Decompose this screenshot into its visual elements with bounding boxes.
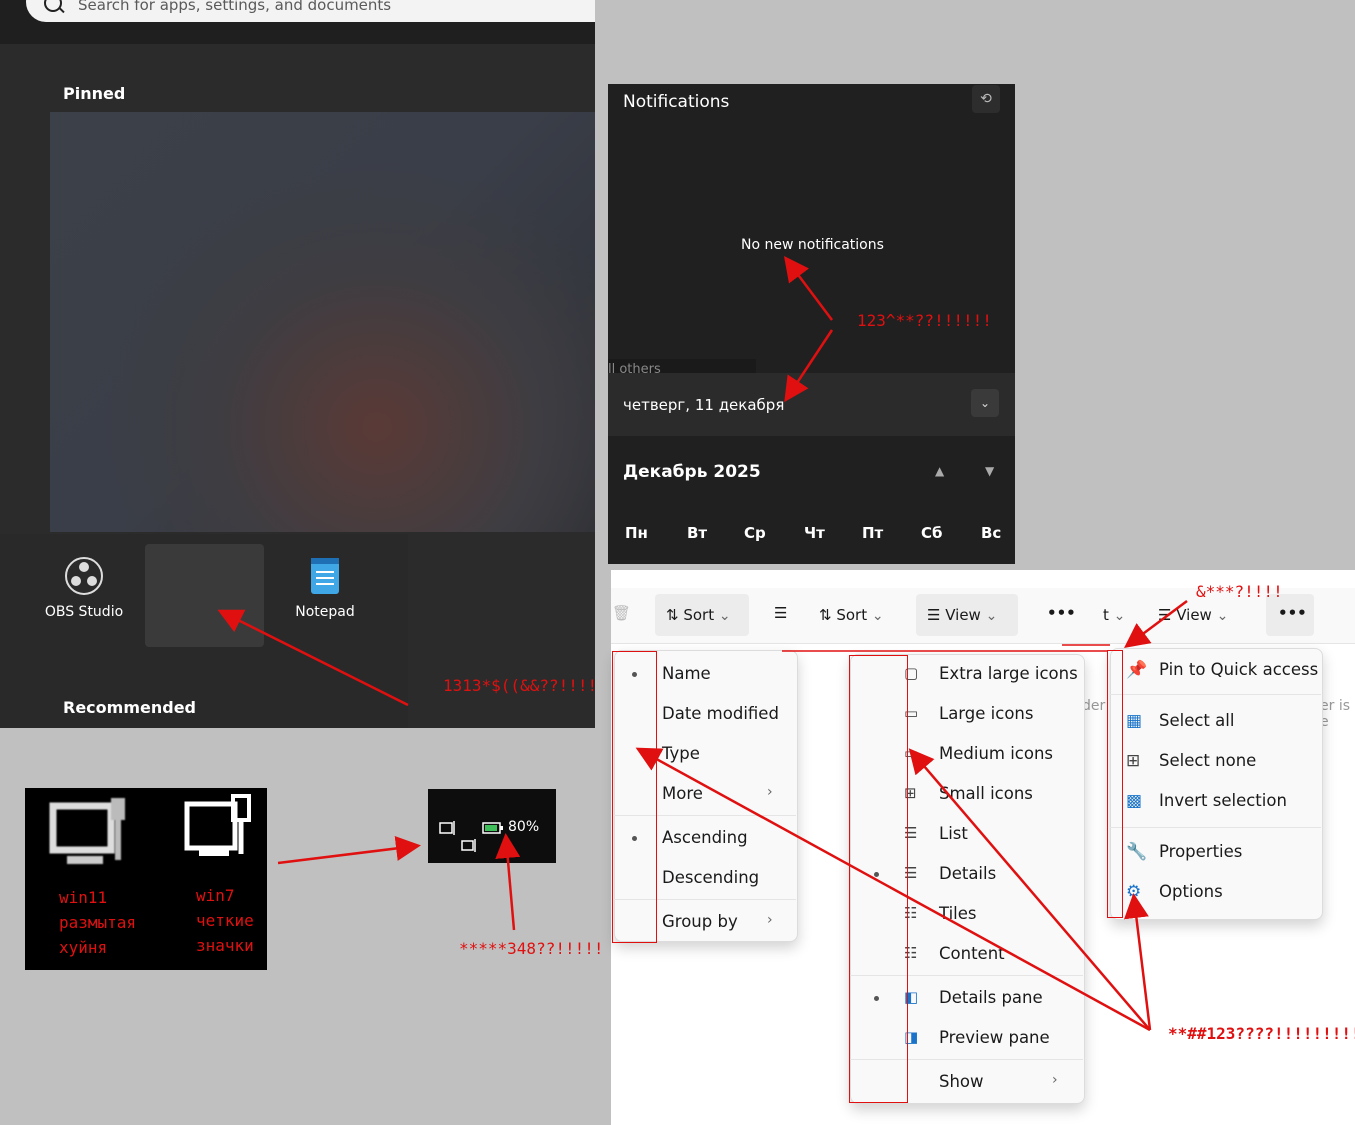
annotation-arrows (217, 256, 1188, 1032)
